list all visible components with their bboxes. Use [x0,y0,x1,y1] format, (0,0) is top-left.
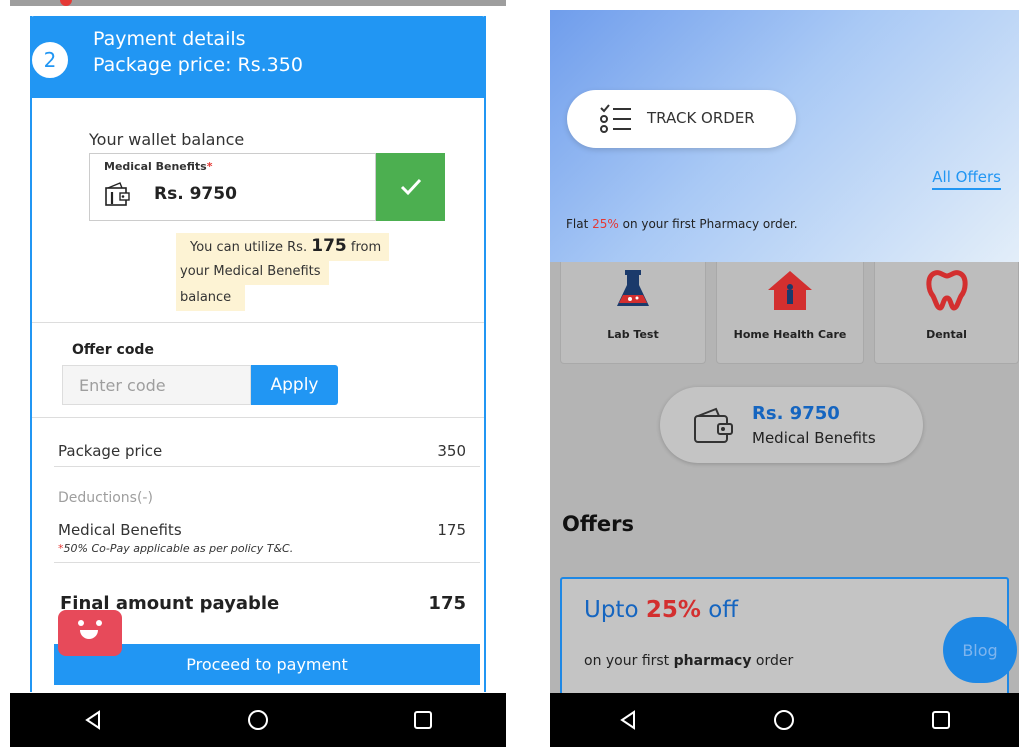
flat-offer-text: Flat 25% on your first Pharmacy order. [566,217,798,231]
wallet-balance-pill[interactable]: Rs. 9750 Medical Benefits [660,387,923,463]
home-button[interactable] [238,700,278,740]
chatbot-smile [80,630,98,639]
chatbot-icon[interactable] [58,610,122,656]
flat-percent: 25% [592,217,619,231]
apply-button[interactable]: Apply [251,365,338,405]
track-order-button[interactable]: TRACK ORDER [567,90,796,148]
wallet-label: Medical Benefits [752,429,876,447]
divider [54,466,480,467]
recents-button[interactable] [921,700,961,740]
chatbot-eye [78,620,84,626]
utilize-note-line3: balance [176,285,246,311]
offer-sub-bold: pharmacy [673,653,752,669]
flask-icon [617,270,649,306]
flat-pre: Flat [566,217,593,231]
package-price-value: 350 [437,442,466,460]
utilize-pre: You can utilize Rs. [190,240,312,255]
home-button[interactable] [764,700,804,740]
wallet-icon [694,407,733,443]
checkmark-icon [400,178,421,196]
offers-panel: TRACK ORDER All Offers Flat 25% on your … [550,10,1019,262]
service-card-dental[interactable]: Dental [874,262,1019,364]
offer-card-subtitle: on your first pharmacy order [584,653,793,669]
service-label: Lab Test [607,328,659,341]
utilize-post: from [346,240,382,255]
offer-code-input[interactable] [62,365,251,405]
package-price-header: Package price: Rs.350 [93,54,303,76]
wallet-amount: Rs. 9750 [154,184,237,204]
package-price-label: Package price [58,442,163,460]
checklist-icon [600,104,631,133]
required-mark: * [206,160,213,173]
home-circle-icon [774,710,795,730]
wallet-balance-label: Your wallet balance [89,130,245,149]
service-label: Home Health Care [733,328,847,341]
house-icon [768,271,812,310]
track-order-label: TRACK ORDER [647,109,755,127]
utilize-note-line2: your Medical Benefits [176,259,329,285]
offer-sub-post: order [751,653,794,669]
utilize-amount: 175 [311,236,347,256]
flat-post: on your first Pharmacy order. [618,217,798,231]
payment-screen: 2 Payment details Package price: Rs.350 … [10,0,506,747]
recents-square-icon [414,711,433,729]
all-offers-link[interactable]: All Offers [932,168,1001,190]
recents-button[interactable] [403,700,443,740]
payment-header: 2 Payment details Package price: Rs.350 [30,16,486,98]
tooth-icon [925,270,968,311]
offer-card[interactable]: Upto 25% off on your first pharmacy orde… [560,577,1009,697]
offer-title-pre: Upto [584,597,646,623]
service-label: Dental [926,328,967,341]
back-button[interactable] [608,700,648,740]
offer-title-percent: 25% [645,597,701,623]
wallet-icon [105,182,130,206]
status-dot [60,0,72,6]
divider [54,562,480,563]
service-card-home-health-care[interactable]: Home Health Care [716,262,864,364]
recents-square-icon [931,711,950,729]
utilize-note-line1: You can utilize Rs. 175 from [176,233,390,261]
offer-card-title: Upto 25% off [584,597,738,623]
service-card-lab-test[interactable]: Lab Test [560,262,706,364]
wallet-select-box[interactable]: Medical Benefits* Rs. 9750 [89,153,376,221]
android-nav-bar [10,693,506,747]
offer-sub-pre: on your first [584,653,674,669]
step-number-badge: 2 [30,40,70,80]
medical-benefits-text: Medical Benefits [104,160,207,173]
blog-floating-button[interactable]: Blog [943,617,1017,683]
back-triangle-icon [84,710,100,730]
status-bar [10,0,506,6]
chatbot-eye [96,620,102,626]
offer-code-label: Offer code [72,342,154,358]
divider [32,322,484,323]
final-amount-value: 175 [428,593,466,614]
copay-note: *50% Co-Pay applicable as per policy T&C… [58,542,293,555]
android-nav-bar [550,693,1019,747]
payment-title: Payment details [93,28,246,50]
wallet-selected-check-button[interactable] [376,153,445,221]
medical-benefits-deduction-label: Medical Benefits [58,521,182,539]
divider [32,417,484,418]
back-button[interactable] [73,700,113,740]
back-triangle-icon [620,710,636,730]
offer-title-post: off [700,597,739,623]
deductions-label: Deductions(-) [58,490,153,506]
medical-benefits-label: Medical Benefits* [104,160,212,173]
home-screen: TRACK ORDER All Offers Flat 25% on your … [550,0,1019,747]
home-circle-icon [247,710,268,730]
offers-heading: Offers [562,512,634,536]
copay-text: 50% Co-Pay applicable as per policy T&C. [63,542,294,555]
medical-benefits-deduction-value: 175 [437,521,466,539]
wallet-amount: Rs. 9750 [752,403,840,424]
